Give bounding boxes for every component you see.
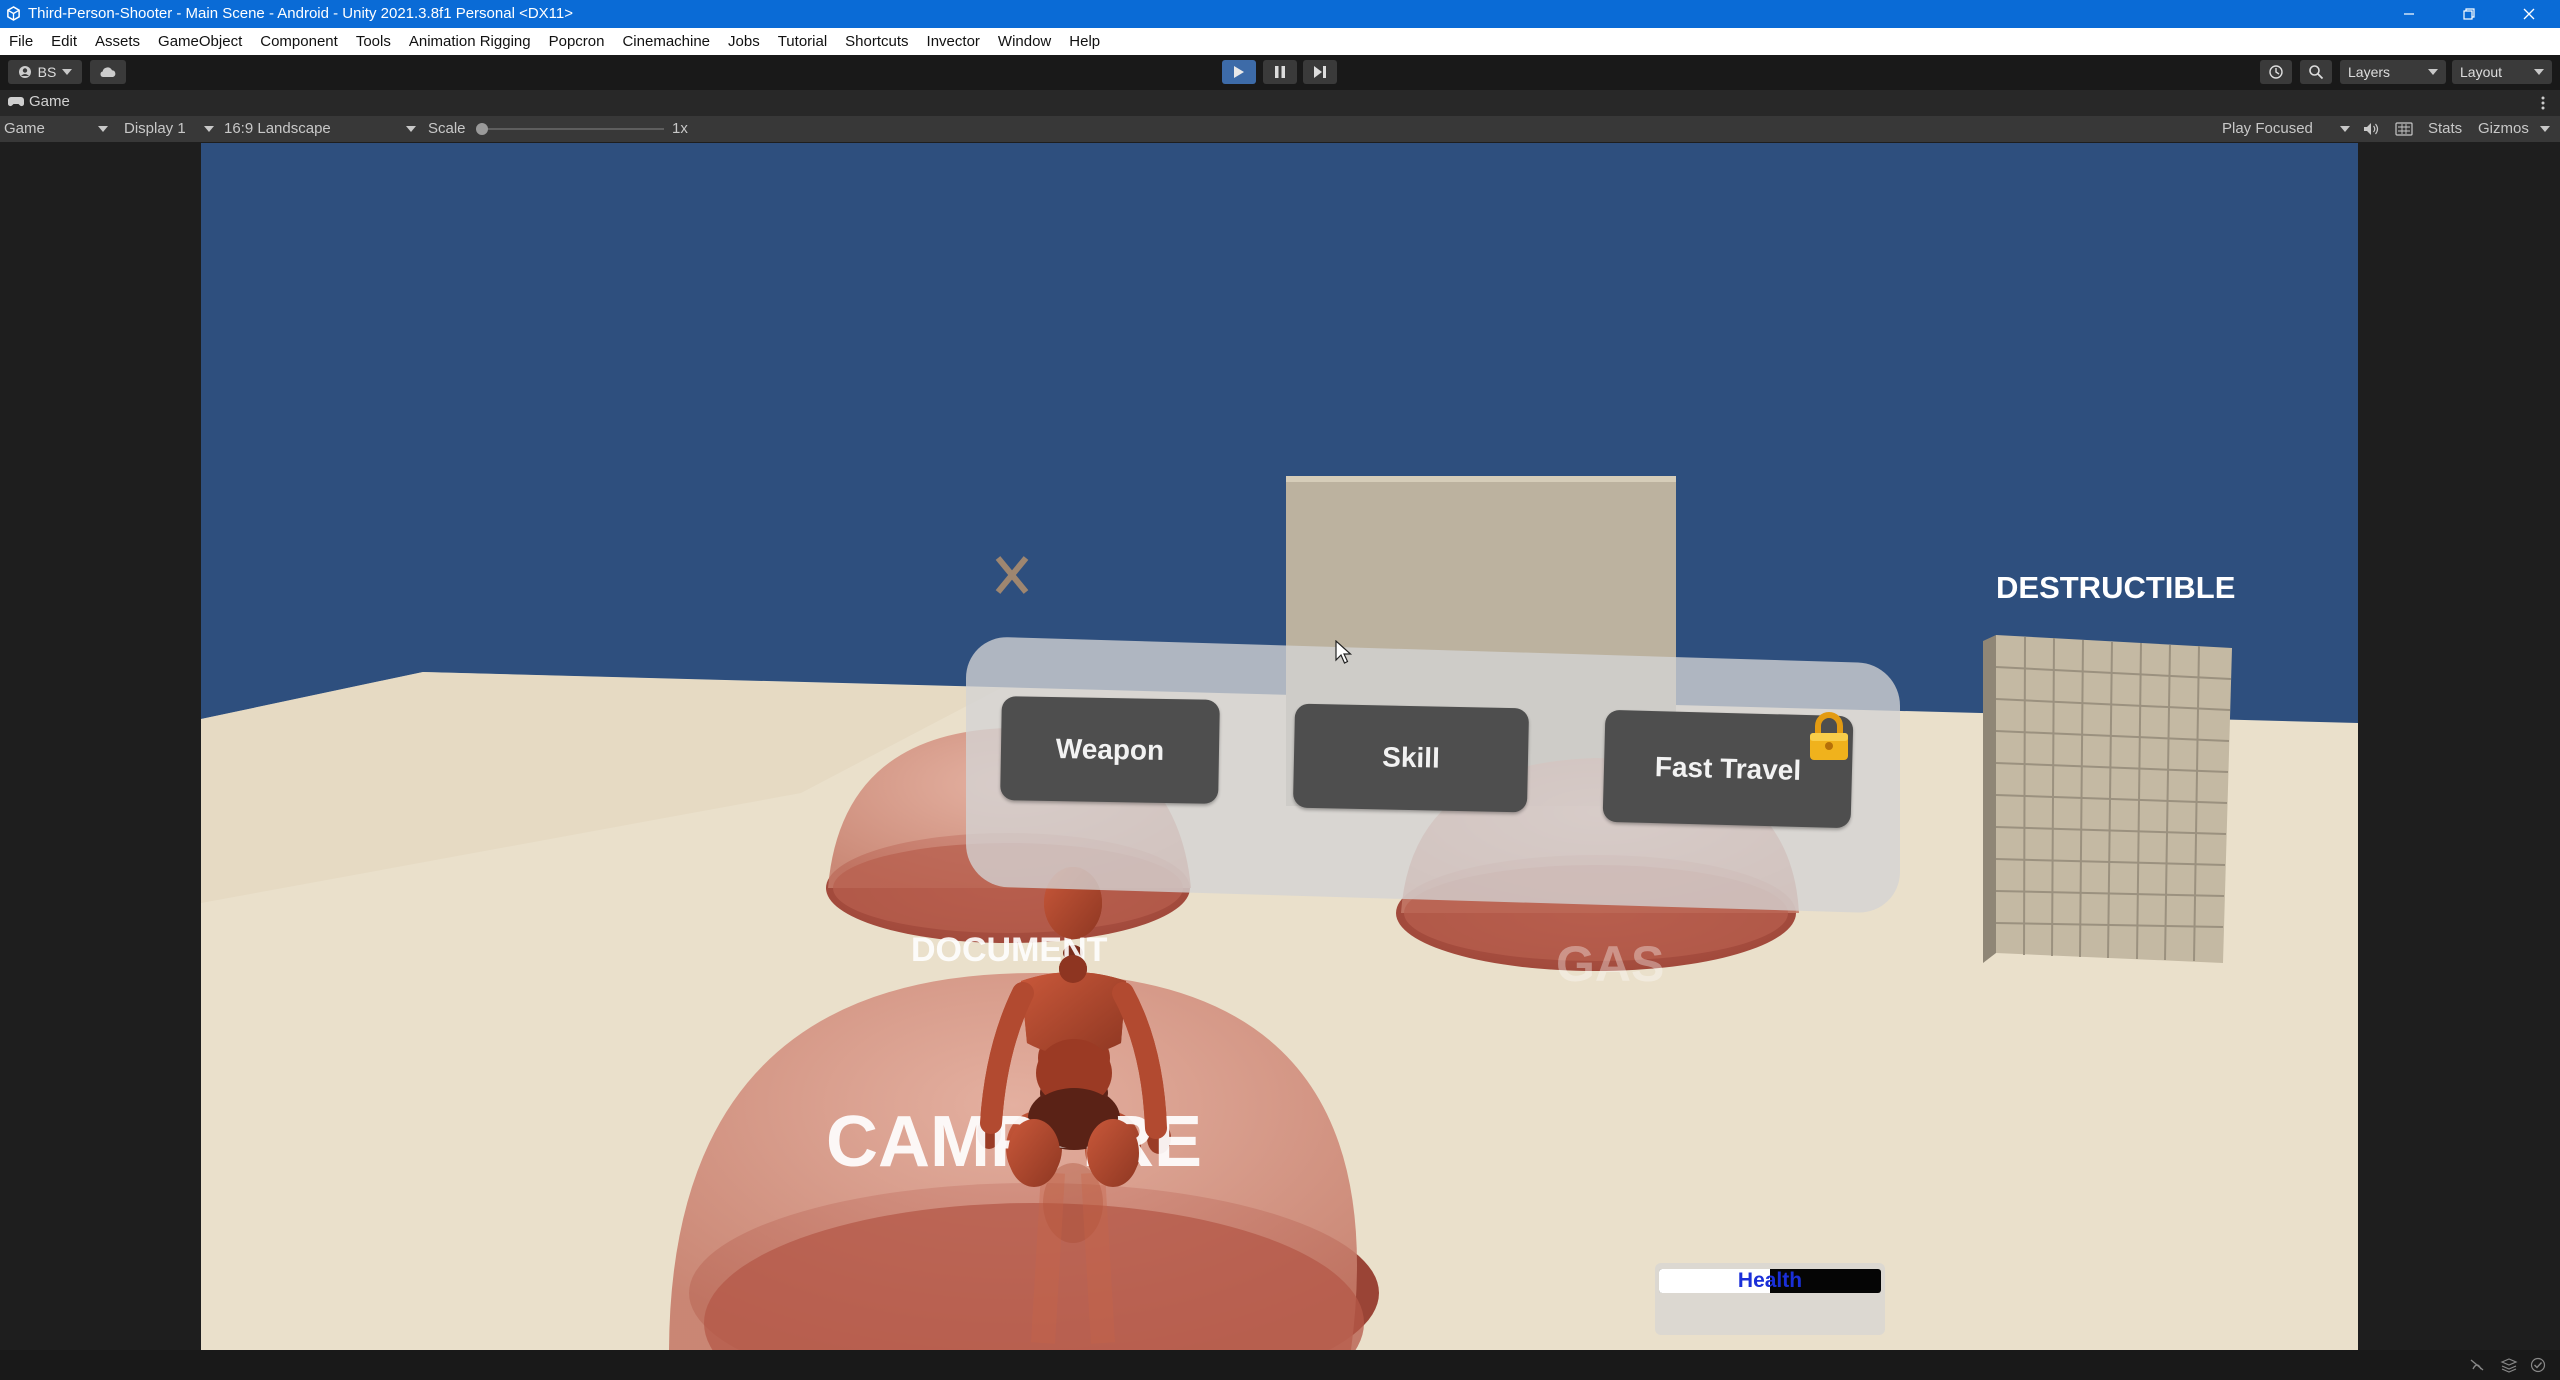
aspect-label: 16:9 Landscape — [224, 120, 331, 137]
window-title: Third-Person-Shooter - Main Scene - Andr… — [28, 5, 574, 22]
layers-stack-icon[interactable] — [2500, 1357, 2518, 1373]
menu-invector[interactable]: Invector — [918, 28, 989, 55]
gamepad-icon — [8, 97, 24, 107]
pause-icon — [1275, 66, 1285, 78]
gas-label: GAS — [1556, 936, 1665, 992]
restore-icon — [2463, 8, 2475, 20]
gizmos-label: Gizmos — [2478, 120, 2529, 137]
menu-file[interactable]: File — [0, 28, 42, 55]
minimize-icon — [2404, 13, 2414, 15]
mouse-cursor-icon — [1335, 640, 1353, 664]
stats-toggle[interactable]: Stats — [2428, 120, 2462, 137]
menu-tutorial[interactable]: Tutorial — [769, 28, 836, 55]
menu-component[interactable]: Component — [251, 28, 347, 55]
layout-label: Layout — [2460, 64, 2503, 80]
health-label: Health — [1737, 1269, 1803, 1292]
unity-logo-icon — [7, 6, 20, 21]
pause-button[interactable] — [1263, 60, 1297, 84]
step-icon — [1314, 66, 1326, 78]
menu-jobs[interactable]: Jobs — [719, 28, 769, 55]
health-bar: Health — [1659, 1269, 1881, 1293]
account-button[interactable]: BS — [8, 60, 82, 84]
tab-game[interactable]: Game — [8, 93, 70, 110]
menu-cinemachine[interactable]: Cinemachine — [613, 28, 719, 55]
layers-label: Layers — [2348, 64, 2391, 80]
step-button[interactable] — [1303, 60, 1337, 84]
cloud-icon — [100, 67, 116, 77]
history-icon — [2269, 65, 2283, 79]
game-tab-strip: Game — [0, 90, 2560, 117]
play-icon — [1234, 66, 1244, 78]
gizmos-dropdown[interactable]: Gizmos — [2478, 120, 2550, 137]
history-button[interactable] — [2260, 60, 2292, 84]
close-button[interactable] — [2500, 0, 2558, 28]
search-icon — [2309, 65, 2324, 80]
tab-game-label: Game — [29, 93, 70, 110]
close-icon — [2523, 8, 2535, 20]
account-label: BS — [37, 64, 57, 80]
window-title-bar: Third-Person-Shooter - Main Scene - Andr… — [0, 0, 2560, 28]
display-dropdown[interactable]: Display 1 — [124, 120, 214, 137]
skill-button[interactable]: Skill — [1292, 703, 1530, 813]
aspect-dropdown[interactable]: 16:9 Landscape — [224, 120, 416, 137]
menu-help[interactable]: Help — [1060, 28, 1109, 55]
campfire-label: CAMPFIRE — [826, 1102, 1202, 1182]
scale-slider-handle[interactable] — [476, 123, 488, 135]
status-bar — [0, 1350, 2560, 1380]
play-button[interactable] — [1222, 60, 1256, 84]
lock-icon — [1810, 712, 1848, 760]
layout-dropdown[interactable]: Layout — [2452, 60, 2552, 84]
menu-tools[interactable]: Tools — [347, 28, 400, 55]
more-options-icon[interactable] — [2540, 96, 2546, 110]
destructible-label: DESTRUCTIBLE — [1996, 570, 2236, 605]
search-button[interactable] — [2300, 60, 2332, 84]
menu-assets[interactable]: Assets — [86, 28, 149, 55]
menu-shortcuts[interactable]: Shortcuts — [836, 28, 917, 55]
game-mode-label: Game — [4, 120, 45, 137]
menu-window[interactable]: Window — [989, 28, 1060, 55]
restore-button[interactable] — [2440, 0, 2498, 28]
minimize-button[interactable] — [2380, 0, 2438, 28]
destructible-grid-wall — [1983, 635, 2232, 963]
scale-value: 1x — [672, 120, 688, 137]
play-focused-dropdown[interactable]: Play Focused — [2222, 120, 2350, 137]
menu-popcron[interactable]: Popcron — [540, 28, 614, 55]
game-view-controls: Game Display 1 16:9 Landscape Scale 1x P… — [0, 116, 2560, 142]
account-icon — [18, 66, 31, 78]
mute-audio-icon[interactable] — [2363, 122, 2379, 136]
game-mode-dropdown[interactable]: Game — [4, 120, 108, 137]
scale-label: Scale — [428, 120, 466, 137]
game-render-view[interactable]: DESTRUCTIBLE DOCUMENT GAS CAMPFIRE Weapo… — [201, 143, 2358, 1350]
document-label: DOCUMENT — [911, 931, 1108, 969]
debug-icon[interactable] — [2468, 1357, 2486, 1373]
close-x-marker — [995, 556, 1029, 594]
layers-dropdown[interactable]: Layers — [2340, 60, 2446, 84]
keyboard-shortcuts-icon[interactable] — [2395, 122, 2413, 136]
scale-slider-track[interactable] — [482, 128, 664, 130]
weapon-button[interactable]: Weapon — [1000, 696, 1220, 804]
menu-bar: File Edit Assets GameObject Component Tools An… — [0, 28, 2560, 55]
cloud-button[interactable] — [90, 60, 126, 84]
menu-edit[interactable]: Edit — [42, 28, 86, 55]
menu-animation-rigging[interactable]: Animation Rigging — [400, 28, 540, 55]
menu-gameobject[interactable]: GameObject — [149, 28, 251, 55]
checkmark-circle-icon[interactable] — [2530, 1357, 2546, 1373]
display-label: Display 1 — [124, 120, 186, 137]
main-toolbar: BS Layers Layout — [0, 55, 2560, 90]
play-focused-label: Play Focused — [2222, 120, 2313, 137]
